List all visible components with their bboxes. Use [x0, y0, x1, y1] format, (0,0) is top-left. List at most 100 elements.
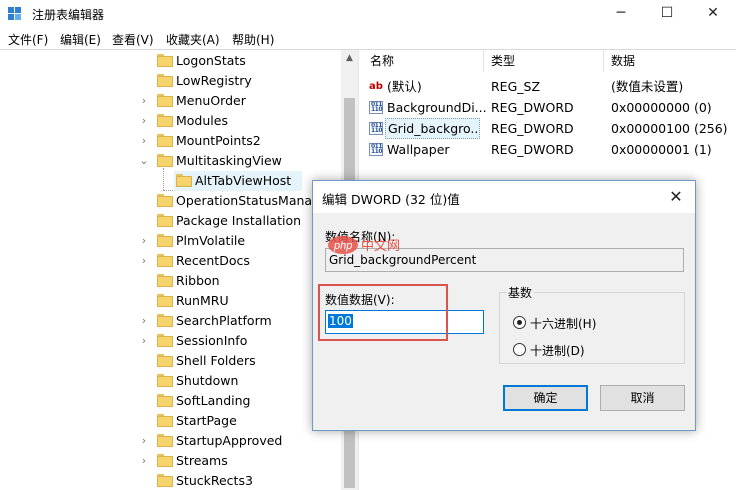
- folder-icon: [157, 274, 173, 287]
- expand-arrow-icon[interactable]: ›: [139, 431, 149, 451]
- tree-item-label: MultitaskingView: [176, 153, 282, 168]
- tree-item[interactable]: › MenuOrder: [0, 91, 341, 111]
- tree-item[interactable]: › Modules: [0, 111, 341, 131]
- folder-icon: [157, 294, 173, 307]
- folder-icon: [157, 434, 173, 447]
- menu-file[interactable]: 文件(F): [8, 31, 48, 48]
- value-type-cell: REG_DWORD: [491, 121, 574, 136]
- tree-item-label: RunMRU: [176, 293, 229, 308]
- folder-body: [176, 176, 192, 187]
- folder-body: [157, 96, 173, 107]
- tree-item-label: Ribbon: [176, 273, 220, 288]
- folder-body: [157, 336, 173, 347]
- decimal-radio[interactable]: [513, 343, 526, 356]
- tree-item[interactable]: › RecentDocs: [0, 251, 341, 271]
- folder-body: [157, 156, 173, 167]
- menu-view[interactable]: 查看(V): [112, 31, 154, 48]
- tree-item[interactable]: RunMRU: [0, 291, 341, 311]
- column-header-data[interactable]: 数据: [604, 50, 736, 72]
- menu-bar: 文件(F) 编辑(E) 查看(V) 收藏夹(A) 帮助(H): [0, 29, 736, 49]
- folder-icon: [157, 74, 173, 87]
- menu-edit[interactable]: 编辑(E): [60, 31, 101, 48]
- tree-item[interactable]: Ribbon: [0, 271, 341, 291]
- folder-icon: [157, 354, 173, 367]
- folder-icon: [157, 214, 173, 227]
- maximize-button[interactable]: ☐: [644, 0, 690, 29]
- tree-item-label: LogonStats: [176, 53, 246, 68]
- value-row[interactable]: 011 110 BackgroundDi... REG_DWORD 0x00000000…: [363, 97, 736, 118]
- tree-item[interactable]: › StartupApproved: [0, 431, 341, 451]
- folder-body: [157, 376, 173, 387]
- menu-help[interactable]: 帮助(H): [232, 31, 274, 48]
- folder-icon: [157, 54, 173, 67]
- tree-item-label: SearchPlatform: [176, 313, 272, 328]
- tree-item[interactable]: StuckRects3: [0, 471, 341, 490]
- expand-arrow-icon[interactable]: ›: [139, 251, 149, 271]
- expand-arrow-icon[interactable]: ›: [139, 311, 149, 331]
- value-name-cell: Wallpaper: [387, 142, 450, 157]
- tree-item[interactable]: OperationStatusManag: [0, 191, 341, 211]
- expand-arrow-icon[interactable]: ›: [139, 91, 149, 111]
- hex-radio-label[interactable]: 十六进制(H): [530, 315, 596, 332]
- svg-text:中文网: 中文网: [361, 239, 400, 254]
- dialog-close-button[interactable]: ✕: [661, 183, 691, 211]
- tree-item[interactable]: › SessionInfo: [0, 331, 341, 351]
- hex-radio[interactable]: [513, 316, 526, 329]
- value-data-cell: 0x00000001 (1): [611, 142, 712, 157]
- expand-arrow-icon[interactable]: ›: [139, 451, 149, 471]
- tree-item-label: Streams: [176, 453, 228, 468]
- tree-item[interactable]: StartPage: [0, 411, 341, 431]
- cancel-button[interactable]: 取消: [600, 385, 685, 411]
- folder-icon: [157, 94, 173, 107]
- folder-body: [157, 196, 173, 207]
- tree-item-label: SessionInfo: [176, 333, 248, 348]
- minimize-button[interactable]: ─: [598, 0, 644, 29]
- radio-selected-dot: [517, 320, 522, 325]
- tree-item-label: RecentDocs: [176, 253, 250, 268]
- value-row[interactable]: 011 110 Wallpaper REG_DWORD 0x00000001 (1): [363, 139, 736, 160]
- tree-item[interactable]: › Streams: [0, 451, 341, 471]
- value-row[interactable]: 011 110 Grid_backgro... REG_DWORD 0x00000100…: [363, 118, 736, 139]
- tree-item-label: Package Installation: [176, 213, 302, 228]
- folder-body: [157, 456, 173, 467]
- tree-item-label: AltTabViewHost: [195, 173, 292, 188]
- close-button[interactable]: ✕: [690, 0, 736, 29]
- tree-item[interactable]: › SearchPlatform: [0, 311, 341, 331]
- folder-icon: [157, 114, 173, 127]
- tree-item[interactable]: LowRegistry: [0, 71, 341, 91]
- folder-icon: [157, 414, 173, 427]
- value-type-cell: REG_DWORD: [491, 142, 574, 157]
- scroll-up-arrow-icon[interactable]: ▲: [341, 50, 358, 67]
- column-header-type[interactable]: 类型: [484, 50, 604, 72]
- expand-arrow-icon[interactable]: ›: [139, 131, 149, 151]
- dialog-title-bar: 编辑 DWORD (32 位)值 ✕: [313, 181, 695, 213]
- expand-arrow-icon[interactable]: ›: [139, 331, 149, 351]
- tree-item[interactable]: ⌄ MultitaskingView: [0, 151, 341, 171]
- tree-item[interactable]: LogonStats: [0, 51, 341, 71]
- tree-item[interactable]: AltTabViewHost: [0, 171, 341, 191]
- window-title: 注册表编辑器: [32, 8, 105, 22]
- collapse-arrow-icon[interactable]: ⌄: [139, 151, 149, 171]
- column-header-name[interactable]: 名称: [363, 50, 484, 72]
- folder-body: [157, 396, 173, 407]
- tree-item[interactable]: SoftLanding: [0, 391, 341, 411]
- ok-button[interactable]: 确定: [503, 385, 588, 411]
- folder-body: [157, 316, 173, 327]
- binary-value-icon: 011 110: [369, 101, 383, 114]
- tree-item[interactable]: › PlmVolatile: [0, 231, 341, 251]
- tree-item-label: SoftLanding: [176, 393, 251, 408]
- tree-item[interactable]: Shutdown: [0, 371, 341, 391]
- tree-item[interactable]: Shell Folders: [0, 351, 341, 371]
- folder-body: [157, 276, 173, 287]
- value-row[interactable]: ab (默认) REG_SZ (数值未设置): [363, 76, 736, 97]
- value-type-cell: REG_DWORD: [491, 100, 574, 115]
- highlight-box: [318, 284, 448, 341]
- tree-item[interactable]: › MountPoints2: [0, 131, 341, 151]
- menu-favorites[interactable]: 收藏夹(A): [166, 31, 220, 48]
- tree-item[interactable]: Package Installation: [0, 211, 341, 231]
- decimal-radio-label[interactable]: 十进制(D): [530, 342, 585, 359]
- expand-arrow-icon[interactable]: ›: [139, 111, 149, 131]
- binary-value-icon: 011 110: [369, 143, 383, 156]
- string-value-icon: ab: [369, 81, 383, 92]
- expand-arrow-icon[interactable]: ›: [139, 231, 149, 251]
